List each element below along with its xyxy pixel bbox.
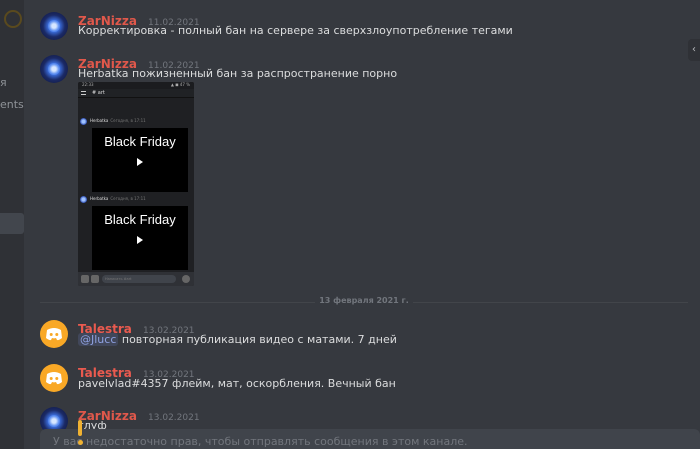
server-ring-icon[interactable] — [4, 10, 22, 28]
message-text: Корректировка - полный бан на сервере за… — [78, 24, 513, 37]
message-timestamp: 13.02.2021 — [148, 413, 200, 423]
avatar[interactable] — [40, 12, 68, 40]
video-thumbnail: Black Friday — [92, 206, 188, 270]
image-attachment[interactable]: 22:33 ▲ ◼ 47 % # art Herbatka Сегодня, в … — [78, 82, 194, 286]
avatar[interactable] — [40, 364, 68, 392]
phone-input-bar: Написать #art — [78, 272, 194, 286]
phone-post-author: Herbatka — [90, 118, 109, 123]
phone-status-right: ▲ ◼ 47 % — [170, 82, 190, 87]
emoji-icon — [182, 275, 190, 283]
phone-post-author: Herbatka — [90, 196, 109, 201]
message-text: Herbatka пожизненный бан за распростране… — [78, 67, 398, 80]
phone-post-time: Сегодня, в 17:11 — [110, 196, 146, 201]
message-text: pavelvlad#4357 флейм, мат, оскорбления. … — [78, 377, 396, 390]
add-icon — [81, 275, 89, 283]
message-text: @Jlucc повторная публикация видео с мата… — [78, 333, 397, 346]
menu-icon — [81, 91, 86, 95]
phone-message-input: Написать #art — [102, 275, 176, 283]
sidebar-selected-item[interactable] — [0, 213, 24, 234]
avatar — [80, 196, 87, 203]
video-title: Black Friday — [104, 212, 176, 227]
play-icon — [137, 236, 143, 244]
collapse-arrow-icon[interactable]: ‹ — [688, 39, 700, 61]
sidebar-item-1[interactable]: я — [0, 76, 7, 89]
sidebar-item-2[interactable]: ents — [0, 98, 24, 111]
avatar — [80, 118, 87, 125]
phone-channel-name: # art — [92, 90, 105, 96]
discord-logo-icon — [46, 328, 62, 341]
gift-icon — [91, 275, 99, 283]
avatar[interactable] — [40, 320, 68, 348]
avatar[interactable] — [40, 55, 68, 83]
message-text-body: повторная публикация видео с матами. 7 д… — [118, 333, 397, 346]
video-title: Black Friday — [104, 134, 176, 149]
phone-status-time: 22:33 — [82, 82, 94, 87]
user-mention[interactable]: @Jlucc — [78, 333, 119, 346]
phone-channel-bar: # art — [78, 89, 194, 98]
chat-area: ZarNizza 11.02.2021 Корректировка - полн… — [24, 0, 700, 449]
channel-sidebar: я ents — [0, 0, 24, 449]
date-divider: 13 февраля 2021 г. — [24, 296, 700, 305]
alert-icon — [76, 420, 84, 446]
date-divider-label: 13 февраля 2021 г. — [315, 296, 413, 305]
video-thumbnail: Black Friday — [92, 128, 188, 192]
discord-logo-icon — [46, 372, 62, 385]
composer-placeholder: У вас недостаточно прав, чтобы отправлят… — [53, 435, 468, 448]
message-composer[interactable]: У вас недостаточно прав, чтобы отправлят… — [40, 429, 700, 449]
phone-status-bar: 22:33 ▲ ◼ 47 % — [78, 82, 194, 89]
play-icon — [137, 158, 143, 166]
phone-post-time: Сегодня, в 17:11 — [110, 118, 146, 123]
